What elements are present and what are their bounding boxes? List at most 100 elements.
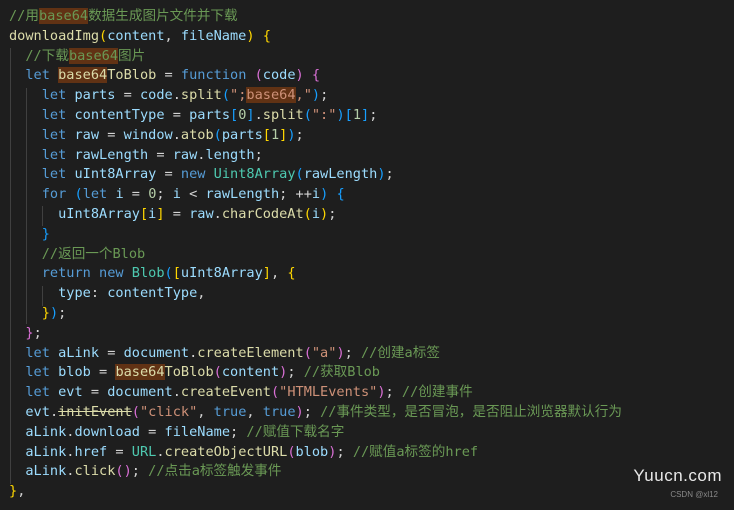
code-line[interactable]: let base64ToBlob = function (code) { (9, 65, 320, 85)
code-line[interactable]: //用base64数据生成图片文件并下载 (9, 6, 238, 26)
code-line[interactable]: type: contentType, (9, 283, 205, 303)
code-token: ; (328, 206, 337, 222)
code-token: ToBlob (107, 67, 157, 84)
code-line[interactable]: let parts = code.split(";base64,"); (9, 85, 328, 105)
code-token: initEvent (58, 404, 132, 420)
code-token: ; (58, 305, 67, 321)
code-token: //点击a标签触发事件 (148, 463, 282, 480)
code-line[interactable]: aLink.href = URL.createObjectURL(blob); … (9, 442, 478, 462)
code-token: document (123, 344, 190, 361)
code-line[interactable]: }, (9, 481, 25, 501)
code-token: parts (189, 107, 231, 123)
code-token: { (287, 265, 296, 282)
code-token: ; (295, 126, 304, 143)
code-token: ; (254, 146, 263, 163)
code-token: uInt8Array (180, 265, 263, 282)
code-line[interactable]: }); (9, 303, 67, 323)
code-token: ," (295, 87, 312, 104)
code-token: aLink (25, 463, 67, 480)
code-line[interactable]: downloadImg(content, fileName) { (9, 26, 271, 46)
code-token: ; (369, 107, 378, 123)
code-token: ( (270, 384, 280, 401)
code-line[interactable]: let aLink = document.createElement("a");… (9, 343, 440, 363)
code-editor[interactable]: //用base64数据生成图片文件并下载 downloadImg(content,… (0, 0, 734, 510)
code-token: , (246, 404, 263, 420)
code-line[interactable]: return new Blob([uInt8Array], { (9, 263, 296, 283)
code-token: i (172, 186, 181, 203)
code-token: rawLength (303, 166, 378, 183)
code-line[interactable]: aLink.download = fileName; //赋值下载名字 (9, 422, 344, 442)
code-line[interactable]: } (9, 224, 50, 244)
code-token: let (41, 126, 67, 143)
code-token: ) (295, 67, 304, 84)
code-token: createEvent (180, 384, 271, 401)
code-token: contentType (107, 285, 198, 302)
code-token: contentType (74, 107, 165, 123)
code-token: parts (74, 87, 116, 104)
code-line[interactable]: let contentType = parts[0].split(":")[1]… (9, 105, 378, 125)
code-token: ) (49, 305, 59, 321)
code-token: } (25, 324, 34, 341)
code-token: base64 (246, 87, 296, 104)
code-token: : (90, 285, 108, 302)
code-token: "click" (139, 404, 198, 420)
code-token: ( (164, 265, 173, 282)
code-token: } (41, 225, 50, 242)
code-token: ; (287, 364, 304, 381)
code-token: ( (131, 404, 140, 420)
code-token: ) (295, 404, 304, 420)
code-token: 图片 (118, 47, 146, 64)
code-line[interactable]: let uInt8Array = new Uint8Array(rawLengt… (9, 164, 394, 184)
code-line[interactable]: evt.initEvent("click", true, true); //事件… (9, 402, 622, 422)
code-line[interactable]: let evt = document.createEvent("HTMLEven… (9, 382, 472, 402)
code-line[interactable]: uInt8Array[i] = raw.charCodeAt(i); (9, 204, 336, 224)
code-token: ) (377, 166, 386, 183)
code-token: . (254, 107, 263, 123)
code-token: createElement (197, 344, 304, 361)
code-line[interactable]: //下载base64图片 (9, 46, 145, 66)
code-token: ) (336, 344, 345, 361)
code-token: let (25, 364, 50, 381)
code-token: ( (303, 107, 312, 123)
code-token: "; (230, 87, 247, 104)
code-line[interactable]: let rawLength = raw.length; (9, 145, 263, 165)
code-token: [ (230, 107, 239, 123)
code-token: = (156, 166, 181, 183)
code-token: . (172, 126, 181, 143)
code-token: function (180, 67, 247, 84)
code-token: . (156, 443, 165, 460)
code-token: let (41, 166, 67, 183)
code-token: ) (320, 206, 329, 222)
code-line[interactable]: let raw = window.atob(parts[1]); (9, 125, 304, 145)
code-token: //获取Blob (303, 364, 380, 381)
code-line[interactable]: //返回一个Blob (9, 244, 145, 264)
code-token: ; (131, 463, 149, 480)
code-token: fileName (164, 423, 231, 440)
code-line[interactable]: let blob = base64ToBlob(content); //获取Bl… (9, 362, 380, 382)
code-token: ToBlob (164, 364, 214, 381)
code-token: Uint8Array (213, 166, 296, 183)
code-line[interactable]: }; (9, 323, 41, 343)
code-token: type (58, 285, 91, 302)
code-token: ( (213, 364, 222, 381)
code-line[interactable]: aLink.click(); //点击a标签触发事件 (9, 461, 281, 481)
code-token: [ (172, 265, 181, 282)
code-token: ( (303, 206, 312, 222)
code-line[interactable]: for (let i = 0; i < rawLength; ++i) { (9, 184, 345, 204)
code-token: ) (246, 27, 255, 44)
code-token: < (180, 186, 206, 203)
code-token: new (99, 265, 124, 282)
code-token: ; ++ (279, 186, 312, 203)
code-token: . (213, 206, 222, 222)
